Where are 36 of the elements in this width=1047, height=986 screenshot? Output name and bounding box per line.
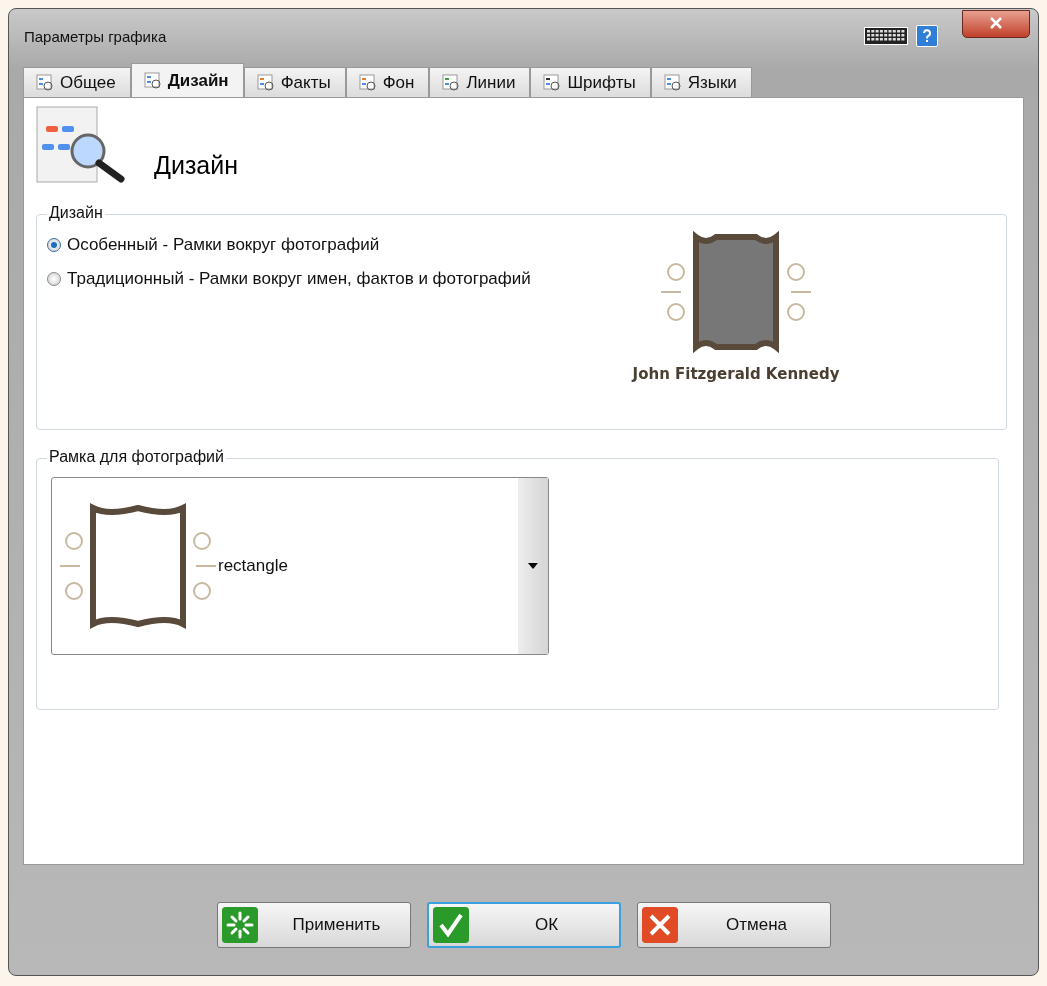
apply-button[interactable]: Применить — [216, 902, 411, 948]
window-title: Параметры графика — [24, 27, 168, 45]
tab[interactable]: Шрифты — [530, 67, 651, 97]
page-title: Дизайн — [154, 151, 239, 181]
ok-button[interactable]: ОК — [426, 902, 621, 948]
keyboard-icon[interactable] — [864, 27, 908, 45]
cancel-button[interactable]: Отмена — [636, 902, 831, 948]
tab-icon — [663, 73, 682, 92]
close-button[interactable] — [962, 10, 1030, 38]
radio-button[interactable] — [47, 272, 61, 286]
tab[interactable]: Дизайн — [130, 63, 244, 97]
tab-icon — [256, 73, 275, 92]
tab[interactable]: Фон — [345, 67, 430, 97]
radio-button[interactable] — [47, 238, 61, 252]
tab-icon — [36, 73, 54, 92]
tab-icon — [543, 73, 562, 92]
tab[interactable]: Общее — [23, 67, 131, 97]
radio-option[interactable]: Традиционный - Рамки вокруг имен, фактов и фотографий — [47, 269, 586, 289]
tab[interactable]: Линии — [429, 67, 531, 97]
portrait-name: John Fitzgerald Kennedy — [632, 365, 840, 383]
cross-icon — [641, 907, 678, 943]
tab[interactable]: Факты — [243, 67, 346, 97]
close-icon — [989, 17, 1003, 29]
tab-icon — [358, 73, 377, 92]
radio-option[interactable]: Особенный - Рамки вокруг фотографий — [47, 235, 586, 255]
checkmark-icon — [432, 907, 469, 943]
tab[interactable]: Языки — [650, 67, 752, 97]
group-legend: Рамка для фотографий — [47, 448, 226, 466]
help-icon[interactable] — [916, 25, 938, 47]
tab-icon — [143, 71, 162, 90]
sparkle-icon — [221, 907, 258, 943]
tab-icon — [442, 73, 461, 92]
dropdown-value: rectangle — [218, 556, 289, 576]
caret-icon — [528, 563, 538, 569]
frame-dropdown[interactable]: rectangle — [51, 477, 549, 655]
group-legend: Дизайн — [47, 204, 105, 222]
